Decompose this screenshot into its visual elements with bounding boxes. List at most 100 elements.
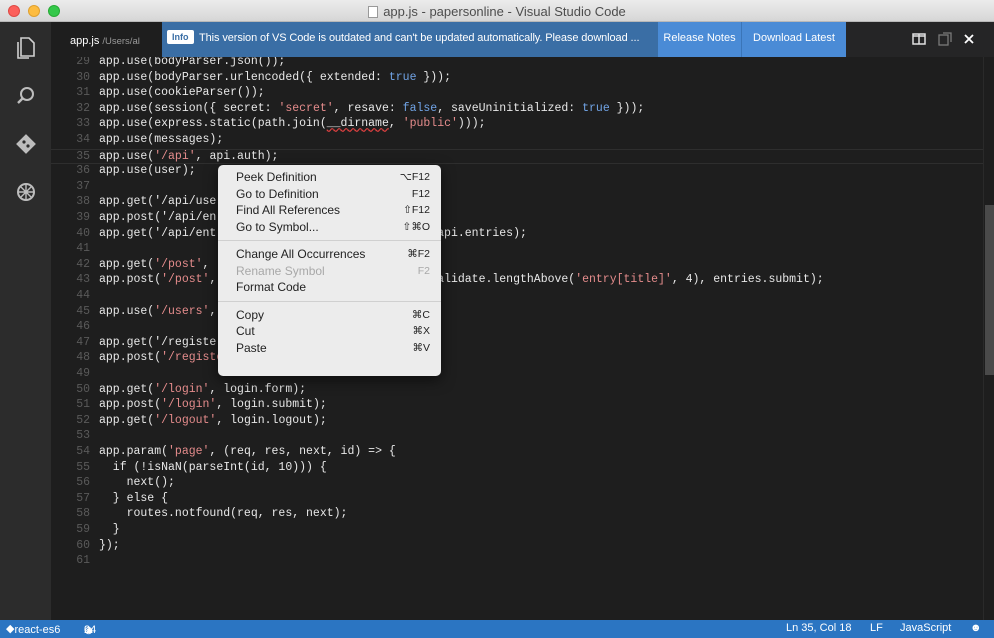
code-line[interactable]: 57 } else { [51, 492, 983, 508]
menu-item-peek-definition[interactable]: Peek Definition ⌥F12 [218, 169, 441, 186]
split-editor-icon[interactable] [912, 32, 926, 48]
code-line[interactable]: 38 app.get('/api/use [51, 195, 983, 211]
menu-item-shortcut: F12 [411, 187, 430, 200]
line-number: 40 [76, 226, 90, 240]
branch-indicator[interactable]: ◆ react-es6 [6, 622, 60, 636]
code-line[interactable]: 42 app.get('/post', [51, 258, 983, 274]
line-number: 55 [76, 460, 90, 474]
code-line[interactable]: 30 app.use(bodyParser.urlencoded({ extend… [51, 71, 983, 87]
code-line[interactable]: 60}); [51, 539, 983, 555]
menu-item-copy[interactable]: Copy ⌘C [218, 307, 441, 324]
menu-item-rename-symbol: Rename Symbol F2 [218, 263, 441, 280]
code-line[interactable]: 29 app.use(bodyParser.json()); [51, 57, 983, 71]
line-code: app.use(bodyParser.urlencoded({ extended… [99, 70, 451, 84]
code-line[interactable]: 53 [51, 429, 983, 445]
warning-count: 0 [84, 624, 91, 636]
line-code: app.use(cookieParser()); [99, 86, 265, 100]
git-icon[interactable] [0, 124, 51, 164]
code-line[interactable]: 39 app.post('/api/en [51, 211, 983, 227]
language-mode[interactable]: JavaScript [900, 622, 951, 634]
code-line[interactable]: 37 [51, 180, 983, 196]
code-line[interactable]: 56 next(); [51, 476, 983, 492]
menu-item-paste[interactable]: Paste ⌘V [218, 340, 441, 357]
download-latest-button[interactable]: Download Latest [741, 22, 846, 58]
code-line[interactable]: 34 app.use(messages); [51, 133, 983, 149]
release-notes-button[interactable]: Release Notes [658, 22, 741, 58]
code-line[interactable]: 45 app.use('/users', [51, 305, 983, 321]
menu-item-shortcut: ⌘C [411, 308, 430, 321]
line-code: app.use(user); [99, 164, 196, 178]
line-code: app.use(bodyParser.json()); [99, 57, 286, 68]
line-number: 50 [76, 382, 90, 396]
eol-indicator[interactable]: LF [870, 622, 883, 634]
code-line[interactable]: 46 [51, 320, 983, 336]
file-icon [368, 6, 379, 18]
code-line[interactable]: 35 app.use('/api', api.auth); [51, 148, 983, 165]
code-line[interactable]: 40 app.get('/api/ent api.entries); [51, 227, 983, 243]
scrollbar-thumb[interactable] [985, 205, 994, 375]
open-changes-icon[interactable] [938, 31, 952, 49]
menu-item-cut[interactable]: Cut ⌘X [218, 323, 441, 340]
menu-item-label: Paste [236, 340, 267, 355]
menu-item-shortcut: ⌘V [412, 341, 430, 354]
line-code: routes.notfound(req, res, next); [99, 507, 348, 521]
code-line[interactable]: 48app.post('/register', register.submit)… [51, 351, 983, 367]
title-bar: app.js - papersonline - Visual Studio Co… [0, 0, 994, 22]
line-number: 32 [76, 101, 90, 115]
line-number: 42 [76, 257, 90, 271]
line-number: 51 [76, 398, 90, 412]
code-line[interactable]: 31 app.use(cookieParser()); [51, 86, 983, 102]
line-code: app.use(session({ secret: 'secret', resa… [99, 101, 645, 115]
code-line[interactable]: 32 app.use(session({ secret: 'secret', re… [51, 102, 983, 118]
line-number: 41 [76, 242, 90, 256]
menu-item-find-all-references[interactable]: Find All References ⇧F12 [218, 202, 441, 219]
branch-name: react-es6 [14, 624, 61, 636]
code-editor[interactable]: 29 app.use(bodyParser.json()); 30 app.use(b… [51, 57, 983, 620]
line-code: } [99, 523, 120, 536]
menu-item-format-code[interactable]: Format Code [218, 279, 441, 296]
code-line[interactable]: 59 } [51, 523, 983, 539]
cursor-position[interactable]: Ln 35, Col 18 [786, 622, 851, 634]
line-number: 53 [76, 429, 90, 443]
code-line[interactable]: 43 app.post('/post', ), validate.lengthAb… [51, 273, 983, 289]
line-code: next(); [99, 476, 175, 490]
close-icon[interactable] [964, 33, 974, 47]
line-number: 38 [76, 195, 90, 209]
line-code: app.use('/users', [99, 304, 224, 318]
menu-item-shortcut: F2 [417, 264, 430, 277]
line-number: 52 [76, 413, 90, 427]
code-line[interactable]: 55 if (!isNaN(parseInt(id, 10))) { [51, 461, 983, 477]
feedback-icon[interactable]: ☻ [970, 622, 982, 634]
line-number: 45 [76, 304, 90, 318]
line-number: 56 [76, 476, 90, 490]
tab-app-js[interactable]: app.js/Users/al [51, 22, 169, 57]
line-number: 48 [76, 351, 90, 365]
code-line[interactable]: 54 app.param('page', (req, res, next, id)… [51, 445, 983, 461]
menu-item-label: Go to Definition [236, 186, 319, 201]
code-line[interactable]: 44 [51, 289, 983, 305]
line-number: 58 [76, 507, 90, 521]
menu-item-shortcut: ⇧F12 [403, 204, 430, 216]
line-code: } else { [99, 491, 169, 505]
code-line[interactable]: 52 app.get('/logout', login.logout); [51, 414, 983, 430]
menu-item-change-all-occurrences[interactable]: Change All Occurrences ⌘F2 [218, 246, 441, 263]
line-code: app.use(messages); [99, 133, 224, 146]
code-line[interactable]: 50 app.get('/login', login.form); [51, 383, 983, 399]
menu-item-go-to-symbol[interactable]: Go to Symbol... ⇧⌘O [218, 219, 441, 236]
line-number: 49 [76, 367, 90, 380]
menu-item-label: Go to Symbol... [236, 219, 319, 234]
menu-item-go-to-definition[interactable]: Go to Definition F12 [218, 186, 441, 203]
files-icon[interactable] [0, 28, 51, 68]
code-line[interactable]: 58 routes.notfound(req, res, next); [51, 507, 983, 523]
search-icon[interactable] [0, 76, 51, 116]
code-line[interactable]: 61 [51, 554, 983, 570]
code-line[interactable]: 33 app.use(express.static(path.join(__dir… [51, 117, 983, 133]
code-line[interactable]: 36 app.use(user); [51, 164, 983, 180]
code-line[interactable]: 47 app.get('/registe [51, 336, 983, 352]
menu-item-label: Rename Symbol [236, 263, 325, 278]
extensions-icon[interactable] [0, 172, 51, 212]
line-code: app.get('/logout', login.logout); [99, 413, 327, 427]
code-line[interactable]: 41 [51, 242, 983, 258]
code-line[interactable]: 51 app.post('/login', login.submit); [51, 398, 983, 414]
code-line[interactable]: 49 [51, 367, 983, 383]
